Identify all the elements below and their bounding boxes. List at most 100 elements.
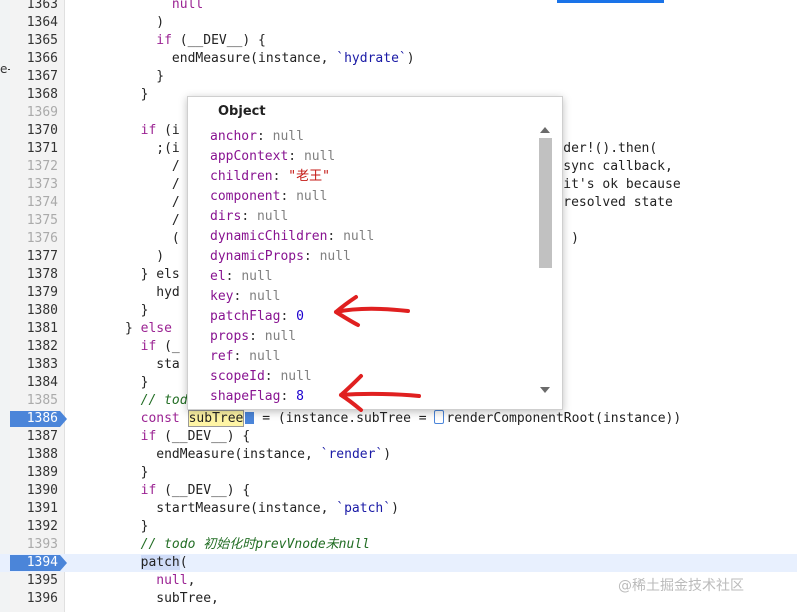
- property-value: null: [241, 269, 273, 284]
- line-number[interactable]: 1394: [12, 554, 58, 572]
- property-value: null: [343, 229, 375, 244]
- property-value: null: [249, 289, 281, 304]
- property-list: anchor: null appContext: null children: "老…: [210, 127, 530, 407]
- code-text: endMeasure(instance, `render`): [78, 447, 392, 462]
- code-text: if (__DEV__) {: [140, 429, 251, 444]
- code-line[interactable]: 1393 // todo 初始化时prevVnode未null: [0, 536, 797, 554]
- property-key: dynamicProps: [210, 249, 304, 264]
- code-text: null: [171, 0, 204, 12]
- code-line[interactable]: 1389 }: [0, 464, 797, 482]
- property-row[interactable]: el: null: [210, 267, 530, 287]
- property-row[interactable]: anchor: null: [210, 127, 530, 147]
- property-value: "老王": [288, 169, 330, 184]
- line-number[interactable]: 1375: [12, 212, 58, 230]
- property-row[interactable]: children: "老王": [210, 167, 530, 187]
- line-number[interactable]: 1390: [12, 482, 58, 500]
- line-number[interactable]: 1365: [12, 32, 58, 50]
- line-number[interactable]: 1374: [12, 194, 58, 212]
- code-text: patch(: [140, 555, 188, 570]
- code-text: }: [78, 69, 165, 84]
- line-number[interactable]: 1388: [12, 446, 58, 464]
- code-line[interactable]: 1366 endMeasure(instance, `hydrate`): [0, 50, 797, 68]
- line-number[interactable]: 1391: [12, 500, 58, 518]
- line-number[interactable]: 1376: [12, 230, 58, 248]
- line-number[interactable]: 1373: [12, 176, 58, 194]
- property-key: dynamicChildren: [210, 229, 328, 244]
- code-line[interactable]: 1390 if (__DEV__) {: [0, 482, 797, 500]
- code-line[interactable]: 1363 null: [0, 0, 797, 14]
- object-preview-popover[interactable]: Object anchor: null appContext: null child…: [187, 96, 563, 410]
- property-row[interactable]: dirs: null: [210, 207, 530, 227]
- line-number[interactable]: 1363: [12, 0, 58, 14]
- code-line[interactable]: 1392 }: [0, 518, 797, 536]
- line-number[interactable]: 1396: [12, 590, 58, 608]
- code-line[interactable]: 1388 endMeasure(instance, `render`): [0, 446, 797, 464]
- code-line[interactable]: 1367 }: [0, 68, 797, 86]
- code-line[interactable]: 1391 startMeasure(instance, `patch`): [0, 500, 797, 518]
- scroll-up-arrow-icon[interactable]: [540, 127, 550, 133]
- line-number[interactable]: 1382: [12, 338, 58, 356]
- line-number[interactable]: 1380: [12, 302, 58, 320]
- code-line[interactable]: 1394 patch(: [0, 554, 797, 572]
- code-text: endMeasure(instance, `hydrate`): [78, 51, 415, 66]
- code-text: } else: [78, 321, 172, 336]
- property-key: el: [210, 269, 226, 284]
- code-text: startMeasure(instance, `patch`): [78, 501, 399, 516]
- code-line[interactable]: 1365 if (__DEV__) {: [0, 32, 797, 50]
- scroll-down-arrow-icon[interactable]: [540, 387, 550, 393]
- line-number[interactable]: 1377: [12, 248, 58, 266]
- line-number[interactable]: 1393: [12, 536, 58, 554]
- red-arrow-annotation-icon: [339, 374, 421, 412]
- code-text: ): [78, 15, 165, 30]
- inline-value-marker-icon: [245, 412, 255, 424]
- property-row[interactable]: appContext: null: [210, 147, 530, 167]
- property-key: props: [210, 329, 250, 344]
- property-row[interactable]: ref: null: [210, 347, 530, 367]
- line-number[interactable]: 1370: [12, 122, 58, 140]
- line-number[interactable]: 1369: [12, 104, 58, 122]
- line-number[interactable]: 1387: [12, 428, 58, 446]
- code-text: /: [78, 213, 180, 228]
- scroll-thumb[interactable]: [539, 138, 552, 268]
- property-row[interactable]: dynamicProps: null: [210, 247, 530, 267]
- code-line[interactable]: 1387 if (__DEV__) {: [0, 428, 797, 446]
- code-line[interactable]: 1386 const subTree = (instance.subTree =…: [0, 410, 797, 428]
- inline-breakpoint-marker-icon: [434, 410, 445, 424]
- line-number[interactable]: 1378: [12, 266, 58, 284]
- line-number[interactable]: 1384: [12, 374, 58, 392]
- code-text: // todo 初始化时prevVnode未null: [140, 537, 370, 552]
- property-key: anchor: [210, 129, 257, 144]
- line-number[interactable]: 1392: [12, 518, 58, 536]
- code-text: }: [78, 87, 149, 102]
- line-number[interactable]: 1364: [12, 14, 58, 32]
- line-number[interactable]: 1379: [12, 284, 58, 302]
- line-number[interactable]: 1367: [12, 68, 58, 86]
- property-value: null: [319, 249, 351, 264]
- code-text: }: [78, 519, 149, 534]
- line-number[interactable]: 1368: [12, 86, 58, 104]
- line-number[interactable]: 1385: [12, 392, 58, 410]
- line-number[interactable]: 1381: [12, 320, 58, 338]
- line-number[interactable]: 1389: [12, 464, 58, 482]
- code-text: if (__DEV__) {: [140, 483, 251, 498]
- line-number[interactable]: 1372: [12, 158, 58, 176]
- code-text: if (__DEV__) {: [156, 33, 266, 48]
- property-key: dirs: [210, 209, 242, 224]
- property-row[interactable]: component: null: [210, 187, 530, 207]
- line-number[interactable]: 1386: [12, 410, 58, 428]
- code-text: }: [78, 465, 149, 480]
- popover-scrollbar[interactable]: [538, 125, 552, 395]
- property-row[interactable]: dynamicChildren: null: [210, 227, 530, 247]
- code-text: } els: [78, 267, 180, 282]
- line-number[interactable]: 1383: [12, 356, 58, 374]
- property-value: null: [280, 369, 312, 384]
- line-number[interactable]: 1371: [12, 140, 58, 158]
- line-number[interactable]: 1366: [12, 50, 58, 68]
- property-row[interactable]: props: null: [210, 327, 530, 347]
- code-text: ): [78, 249, 165, 264]
- line-number[interactable]: 1395: [12, 572, 58, 590]
- property-value: null: [264, 329, 297, 344]
- code-text: if (i: [140, 123, 180, 138]
- code-line[interactable]: 1364 ): [0, 14, 797, 32]
- code-text: sta: [78, 357, 180, 372]
